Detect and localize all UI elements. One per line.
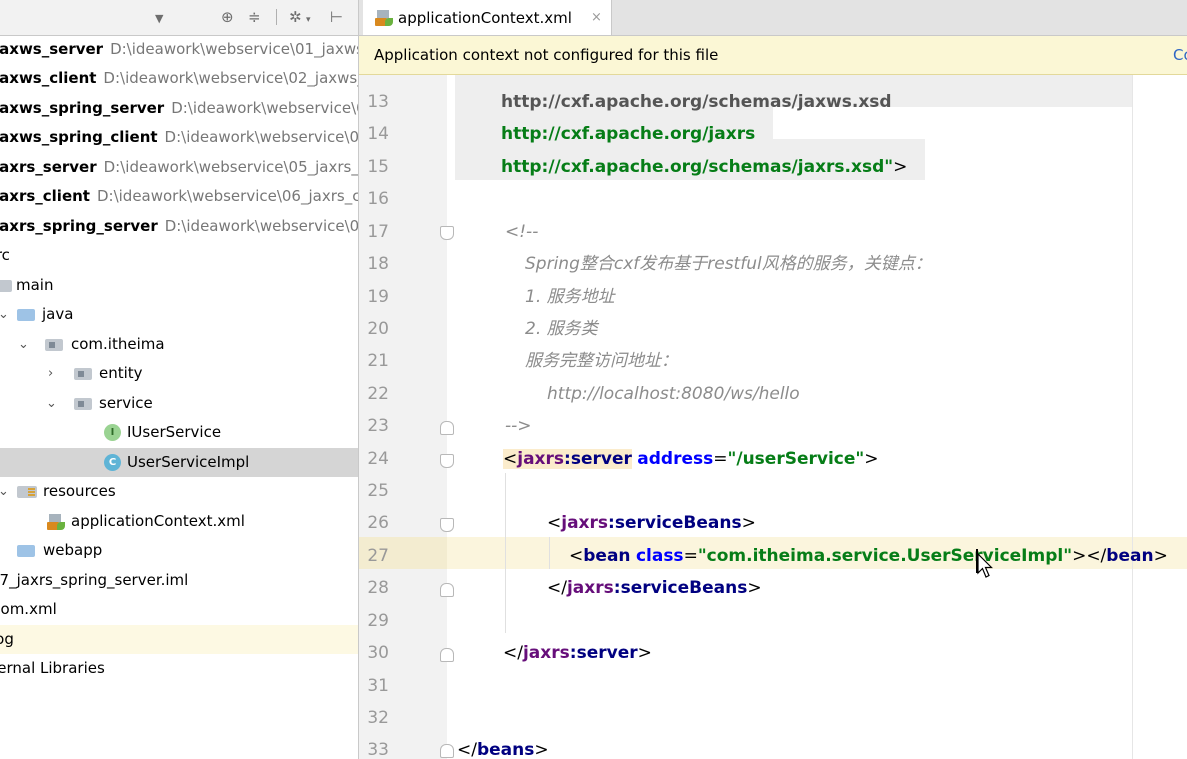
source-folder-icon	[17, 309, 35, 321]
line-number: 30	[367, 643, 389, 663]
line-number: 20	[367, 319, 389, 339]
line-number: 32	[367, 708, 389, 728]
web-folder-icon	[17, 545, 35, 557]
tree-file-applicationcontext[interactable]: applicationContext.xml	[0, 507, 358, 536]
tree-file-iml[interactable]: 07_jaxrs_spring_server.iml	[0, 566, 358, 595]
line-number: 22	[367, 384, 389, 404]
tree-folder-webapp[interactable]: webapp	[0, 536, 358, 565]
line-number: 23	[367, 416, 389, 436]
code-line-14: http://cxf.apache.org/jaxrs	[501, 124, 756, 144]
resources-folder-icon	[17, 486, 37, 498]
configure-context-link[interactable]: Configure application context	[1173, 36, 1187, 75]
code-line-18: Spring整合cxf发布基于restful风格的服务，关键点：	[525, 254, 932, 274]
editor-tab-bar: applicationContext.xml ×	[359, 0, 1187, 36]
fold-open-icon[interactable]	[440, 226, 454, 240]
code-line-30: </jaxrs:server>	[503, 643, 652, 663]
code-line-28: </jaxrs:serviceBeans>	[547, 578, 762, 598]
line-number: 19	[367, 287, 389, 307]
chevron-down-icon[interactable]: ⌄	[0, 477, 9, 506]
tree-package-entity[interactable]: › entity	[0, 359, 358, 388]
line-number: 33	[367, 740, 389, 759]
class-icon: C	[104, 454, 121, 471]
line-number: 24	[367, 449, 389, 469]
line-number: 29	[367, 611, 389, 631]
code-line-19: 1. 服务地址	[525, 287, 615, 307]
fold-open-icon[interactable]	[440, 518, 454, 532]
line-number: 17	[367, 222, 389, 242]
fold-close-icon[interactable]	[440, 421, 454, 435]
tree-module-jaxws-server[interactable]: jaxws_server D:\ideawork\webservice\01_ja…	[0, 35, 358, 64]
tree-folder-src[interactable]: src	[0, 241, 358, 270]
interface-icon: I	[104, 424, 121, 441]
code-line-20: 2. 服务类	[525, 319, 598, 339]
folder-icon	[0, 280, 12, 292]
locate-target-icon[interactable]: ⊕	[221, 8, 234, 26]
chevron-right-icon[interactable]: ›	[48, 359, 53, 388]
package-icon	[74, 368, 92, 380]
tab-applicationcontext-xml[interactable]: applicationContext.xml ×	[363, 0, 612, 35]
line-number: 31	[367, 676, 389, 696]
code-line-15: http://cxf.apache.org/schemas/jaxrs.xsd"…	[501, 157, 908, 177]
fold-open-icon[interactable]	[440, 454, 454, 468]
tree-folder-main[interactable]: main	[0, 271, 358, 300]
hide-panel-icon[interactable]: ⊢	[330, 8, 343, 26]
line-number: 18	[367, 254, 389, 274]
tree-folder-java[interactable]: ⌄ java	[0, 300, 358, 329]
line-number: 28	[367, 578, 389, 598]
tree-file-pom[interactable]: pom.xml	[0, 595, 358, 624]
line-number: 13	[367, 92, 389, 112]
tree-module-jaxrs-client[interactable]: jaxrs_client D:\ideawork\webservice\06_ja…	[0, 182, 358, 211]
tree-package-com-itheima[interactable]: ⌄ com.itheima	[0, 330, 358, 359]
tree-module-jaxrs-server[interactable]: jaxrs_server D:\ideawork\webservice\05_ja…	[0, 153, 358, 182]
line-number: 21	[367, 351, 389, 371]
collapse-all-icon[interactable]: ≑	[248, 8, 261, 26]
tree-package-service[interactable]: ⌄ service	[0, 389, 358, 418]
gear-icon[interactable]: ✲	[289, 8, 302, 26]
fold-close-icon[interactable]	[440, 583, 454, 597]
code-line-23: -->	[505, 416, 532, 436]
code-line-26: <jaxrs:serviceBeans>	[547, 513, 756, 533]
tree-external-libraries[interactable]: External Libraries	[0, 654, 358, 683]
tree-module-jaxws-client[interactable]: jaxws_client D:\ideawork\webservice\02_ja…	[0, 64, 358, 93]
code-line-22: http://localhost:8080/ws/hello	[547, 384, 800, 404]
tree-module-jaxws-spring-server[interactable]: jaxws_spring_server D:\ideawork\webservic…	[0, 94, 358, 123]
dropdown-arrow-icon[interactable]: ▼	[155, 10, 163, 28]
fold-close-icon[interactable]	[440, 744, 454, 758]
tree-folder-resources[interactable]: ⌄ resources	[0, 477, 358, 506]
code-line-24: <jaxrs:server address="/userService">	[503, 449, 879, 469]
context-warning-banner: Application context not configured for t…	[359, 36, 1187, 75]
code-line-33: </beans>	[457, 740, 549, 759]
line-number: 25	[367, 481, 389, 501]
chevron-down-icon[interactable]: ⌄	[46, 389, 57, 418]
xml-file-icon	[375, 10, 393, 26]
code-line-13: http://cxf.apache.org/schemas/jaxws.xsd	[501, 92, 892, 112]
line-number: 16	[367, 189, 389, 209]
tree-module-jaxrs-spring-server[interactable]: jaxrs_spring_server D:\ideawork\webservic…	[0, 212, 358, 241]
code-line-21: 服务完整访问地址：	[525, 351, 678, 371]
package-icon	[45, 339, 63, 351]
tree-class-iuserservice[interactable]: I IUserService	[0, 418, 358, 447]
mouse-pointer-icon	[977, 553, 993, 578]
line-number: 27	[367, 546, 389, 566]
chevron-down-icon[interactable]: ⌄	[0, 300, 9, 329]
close-icon[interactable]: ×	[591, 0, 602, 36]
tree-file-log[interactable]: log	[0, 625, 358, 654]
xml-file-icon	[47, 514, 65, 530]
gear-dropdown-icon[interactable]: ▾	[306, 11, 311, 29]
code-editor: applicationContext.xml × Application con…	[359, 0, 1187, 759]
project-toolbar: ▼ ⊕ ≑ ✲ ▾ ⊢	[0, 0, 358, 36]
fold-close-icon[interactable]	[440, 648, 454, 662]
line-number: 26	[367, 513, 389, 533]
package-icon	[74, 398, 92, 410]
chevron-down-icon[interactable]: ⌄	[18, 330, 29, 359]
tree-class-userserviceimpl[interactable]: C UserServiceImpl	[0, 448, 358, 477]
code-line-27: <bean class="com.itheima.service.UserSer…	[569, 546, 1168, 566]
project-tool-window: ▼ ⊕ ≑ ✲ ▾ ⊢ jaxws_server D:\ideawork\webs…	[0, 0, 358, 759]
tree-module-jaxws-spring-client[interactable]: jaxws_spring_client D:\ideawork\webservic…	[0, 123, 358, 152]
line-number: 14	[367, 124, 389, 144]
code-line-17: <!--	[505, 222, 539, 242]
line-number: 15	[367, 157, 389, 177]
